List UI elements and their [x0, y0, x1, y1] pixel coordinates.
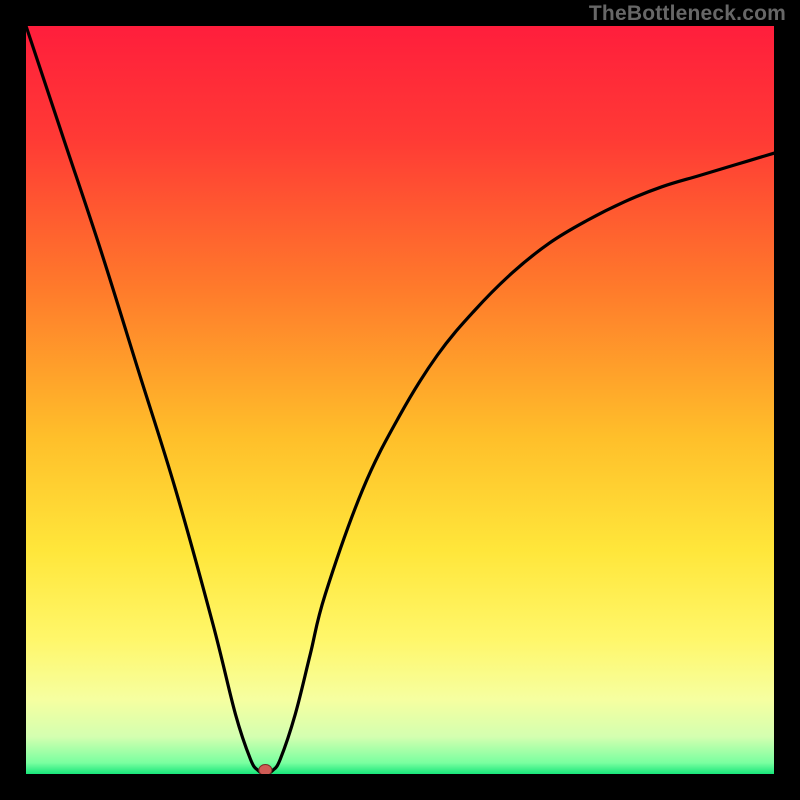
gradient-background	[26, 26, 774, 774]
bottleneck-chart	[26, 26, 774, 774]
chart-frame: TheBottleneck.com	[0, 0, 800, 800]
watermark-text: TheBottleneck.com	[589, 2, 786, 26]
optimal-point-marker	[259, 765, 272, 775]
